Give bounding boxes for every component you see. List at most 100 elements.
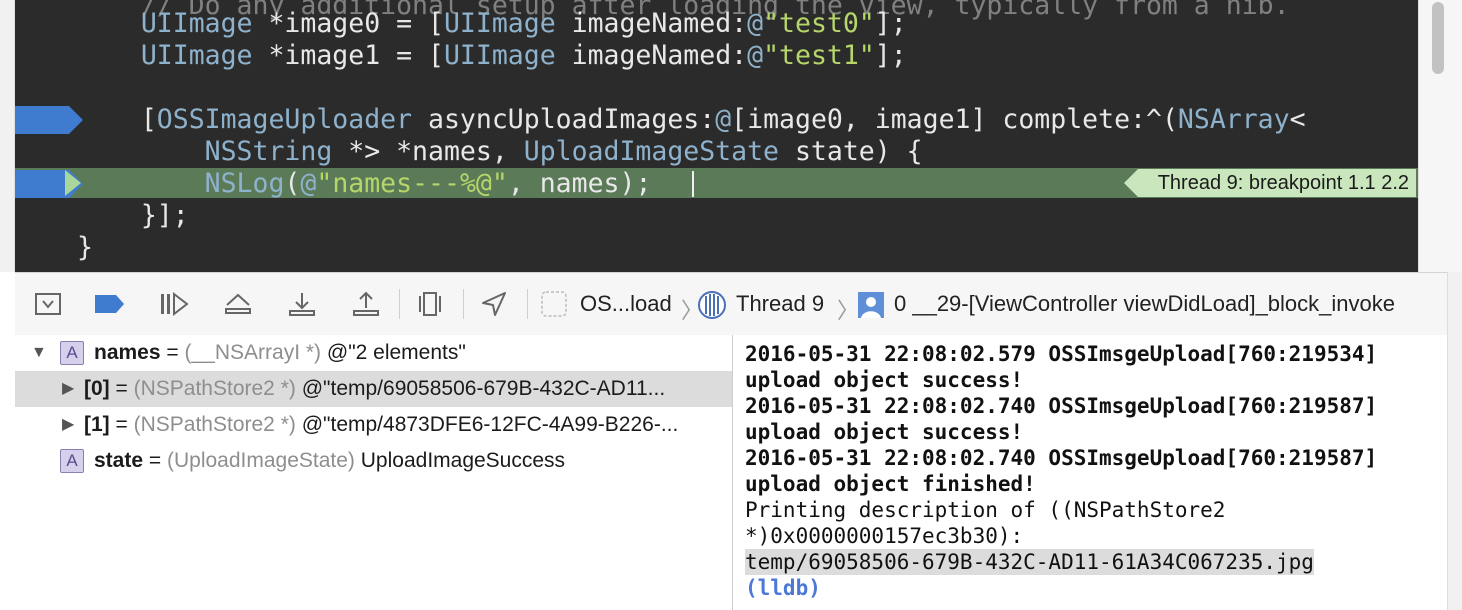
- editor-scrollbar[interactable]: [1418, 0, 1462, 272]
- stack-frame-user-icon: [857, 291, 885, 324]
- variable-value: @"temp/4873DFE6-12FC-4A99-B226-...: [301, 413, 679, 436]
- variable-name: names: [94, 341, 161, 364]
- code-token: *> *names,: [332, 136, 524, 167]
- view-hierarchy-icon[interactable]: [413, 288, 447, 320]
- code-line[interactable]: UIImage *image1 = [UIImage imageNamed:@"…: [77, 40, 907, 72]
- equals-sign: =: [166, 341, 185, 364]
- variables-view[interactable]: ▼ A names = (__NSArrayI *) @"2 elements"…: [15, 335, 733, 610]
- step-over-icon[interactable]: [221, 288, 255, 320]
- variable-row-index-1[interactable]: ▶ [1] = (NSPathStore2 *) @"temp/4873DFE6…: [15, 407, 732, 443]
- breadcrumb-frame[interactable]: 0 __29-[ViewController viewDidLoad]_bloc…: [894, 273, 1395, 335]
- disclosure-triangle-expanded-icon[interactable]: ▼: [31, 335, 47, 371]
- window-scrollbar[interactable]: [1447, 272, 1462, 610]
- code-token: <: [1289, 104, 1306, 135]
- code-area[interactable]: // Do any additional setup after loading…: [15, 0, 1418, 272]
- variable-type: (NSPathStore2 *): [133, 377, 296, 400]
- toolbar-separator: [463, 289, 464, 319]
- code-token: "test0": [763, 8, 875, 39]
- variable-row-names[interactable]: ▼ A names = (__NSArrayI *) @"2 elements": [15, 335, 732, 371]
- code-token: UIImage: [140, 40, 253, 71]
- code-line[interactable]: [OSSImageUploader asyncUploadImages:@[im…: [77, 104, 1306, 136]
- editor-scrollbar-thumb[interactable]: [1432, 2, 1444, 74]
- code-token: state) {: [779, 136, 923, 167]
- console-line: 2016-05-31 22:08:02.740 OSSImsgeUpload[7…: [745, 446, 1378, 470]
- code-token: }];: [77, 200, 189, 231]
- code-token: UIImage: [443, 8, 556, 39]
- breadcrumb-thread[interactable]: Thread 9: [736, 273, 824, 335]
- code-token: NSLog: [204, 168, 285, 199]
- code-token: ];: [874, 8, 907, 39]
- code-token: @: [715, 104, 732, 135]
- disclosure-triangle-collapsed-icon[interactable]: ▶: [62, 371, 74, 407]
- variable-kind-badge-icon: A: [60, 341, 84, 365]
- code-token: }: [77, 232, 93, 263]
- variable-value: @"2 elements": [326, 341, 466, 364]
- step-out-icon[interactable]: [349, 288, 383, 320]
- code-line[interactable]: NSString *> *names, UploadImageState sta…: [77, 136, 923, 168]
- text-cursor: [692, 171, 694, 197]
- source-editor[interactable]: // Do any additional setup after loading…: [0, 0, 1462, 272]
- code-line[interactable]: NSLog(@"names---%@", names);: [77, 168, 652, 200]
- lldb-prompt[interactable]: (lldb): [745, 575, 821, 601]
- code-token: "names---%@": [316, 168, 508, 199]
- disclosure-triangle-collapsed-icon[interactable]: ▶: [62, 407, 74, 443]
- variable-value: @"temp/69058506-679B-432C-AD11...: [301, 377, 666, 400]
- code-token: (: [284, 168, 301, 199]
- code-token: OSSImageUploader: [156, 104, 413, 135]
- code-token: [: [77, 104, 157, 135]
- code-token: , names);: [507, 168, 652, 199]
- variable-value: UploadImageSuccess: [360, 449, 566, 472]
- variable-name: state: [94, 449, 144, 472]
- code-token: @: [747, 40, 764, 71]
- code-line[interactable]: UIImage *image0 = [UIImage imageNamed:@"…: [77, 8, 907, 40]
- variable-name: [0]: [84, 377, 110, 400]
- toolbar-separator: [527, 289, 528, 319]
- breakpoint-marker-2[interactable]: [15, 170, 83, 198]
- console-line: upload object success!: [745, 420, 1024, 444]
- console-line-selected[interactable]: temp/69058506-679B-432C-AD11-61A34C06723…: [745, 549, 1314, 575]
- code-token: UploadImageState: [523, 136, 780, 167]
- code-token: *image0 = [: [252, 8, 444, 39]
- console-line: upload object finished!: [745, 472, 1036, 496]
- breakpoint-marker-1[interactable]: [15, 106, 83, 134]
- breakpoint-thread-badge: Thread 9: breakpoint 1.1 2.2: [1123, 169, 1416, 197]
- console-line: 2016-05-31 22:08:02.579 OSSImsgeUpload[7…: [745, 342, 1378, 366]
- toolbar-separator: [399, 289, 400, 319]
- code-token: imageNamed:: [555, 8, 748, 39]
- breakpoints-toggle-icon[interactable]: [93, 288, 127, 320]
- thread-icon: [697, 290, 727, 325]
- debug-bar: OS...load 〉 Thread 9 〉 0 __29-[ViewContr…: [15, 272, 1447, 336]
- code-line[interactable]: }];: [77, 200, 189, 232]
- variable-name: [1]: [84, 413, 110, 436]
- code-token: UIImage: [443, 40, 556, 71]
- variable-row-state[interactable]: A state = (UploadImageState) UploadImage…: [15, 443, 732, 479]
- continue-icon[interactable]: [157, 288, 191, 320]
- code-token: NSString: [204, 136, 333, 167]
- console-line: *)0x0000000157ec3b30):: [745, 524, 1024, 548]
- code-token: UIImage: [140, 8, 253, 39]
- code-token: asyncUploadImages:: [412, 104, 716, 135]
- code-token: @: [747, 8, 764, 39]
- code-token: @: [300, 168, 317, 199]
- simulate-location-icon[interactable]: [477, 288, 511, 320]
- variable-kind-badge-icon: A: [60, 449, 84, 473]
- variable-type: (__NSArrayI *): [184, 341, 322, 364]
- chevron-right-icon: 〉: [837, 298, 860, 323]
- variable-type: (UploadImageState): [166, 449, 355, 472]
- code-token: [image0, image1] complete:^(: [731, 104, 1178, 135]
- step-into-icon[interactable]: [285, 288, 319, 320]
- equals-sign: =: [115, 377, 134, 400]
- breadcrumb-process[interactable]: OS...load: [580, 273, 672, 335]
- equals-sign: =: [148, 449, 167, 472]
- code-token: imageNamed:: [555, 40, 748, 71]
- equals-sign: =: [115, 413, 134, 436]
- console-line: 2016-05-31 22:08:02.740 OSSImsgeUpload[7…: [745, 394, 1378, 418]
- app-process-icon: [541, 291, 567, 322]
- code-token: ];: [874, 40, 907, 71]
- variable-row-index-0[interactable]: ▶ [0] = (NSPathStore2 *) @"temp/69058506…: [15, 371, 732, 407]
- console-output[interactable]: 2016-05-31 22:08:02.579 OSSImsgeUpload[7…: [733, 335, 1447, 610]
- code-line[interactable]: }: [77, 232, 93, 264]
- hide-debug-area-icon[interactable]: [31, 288, 65, 320]
